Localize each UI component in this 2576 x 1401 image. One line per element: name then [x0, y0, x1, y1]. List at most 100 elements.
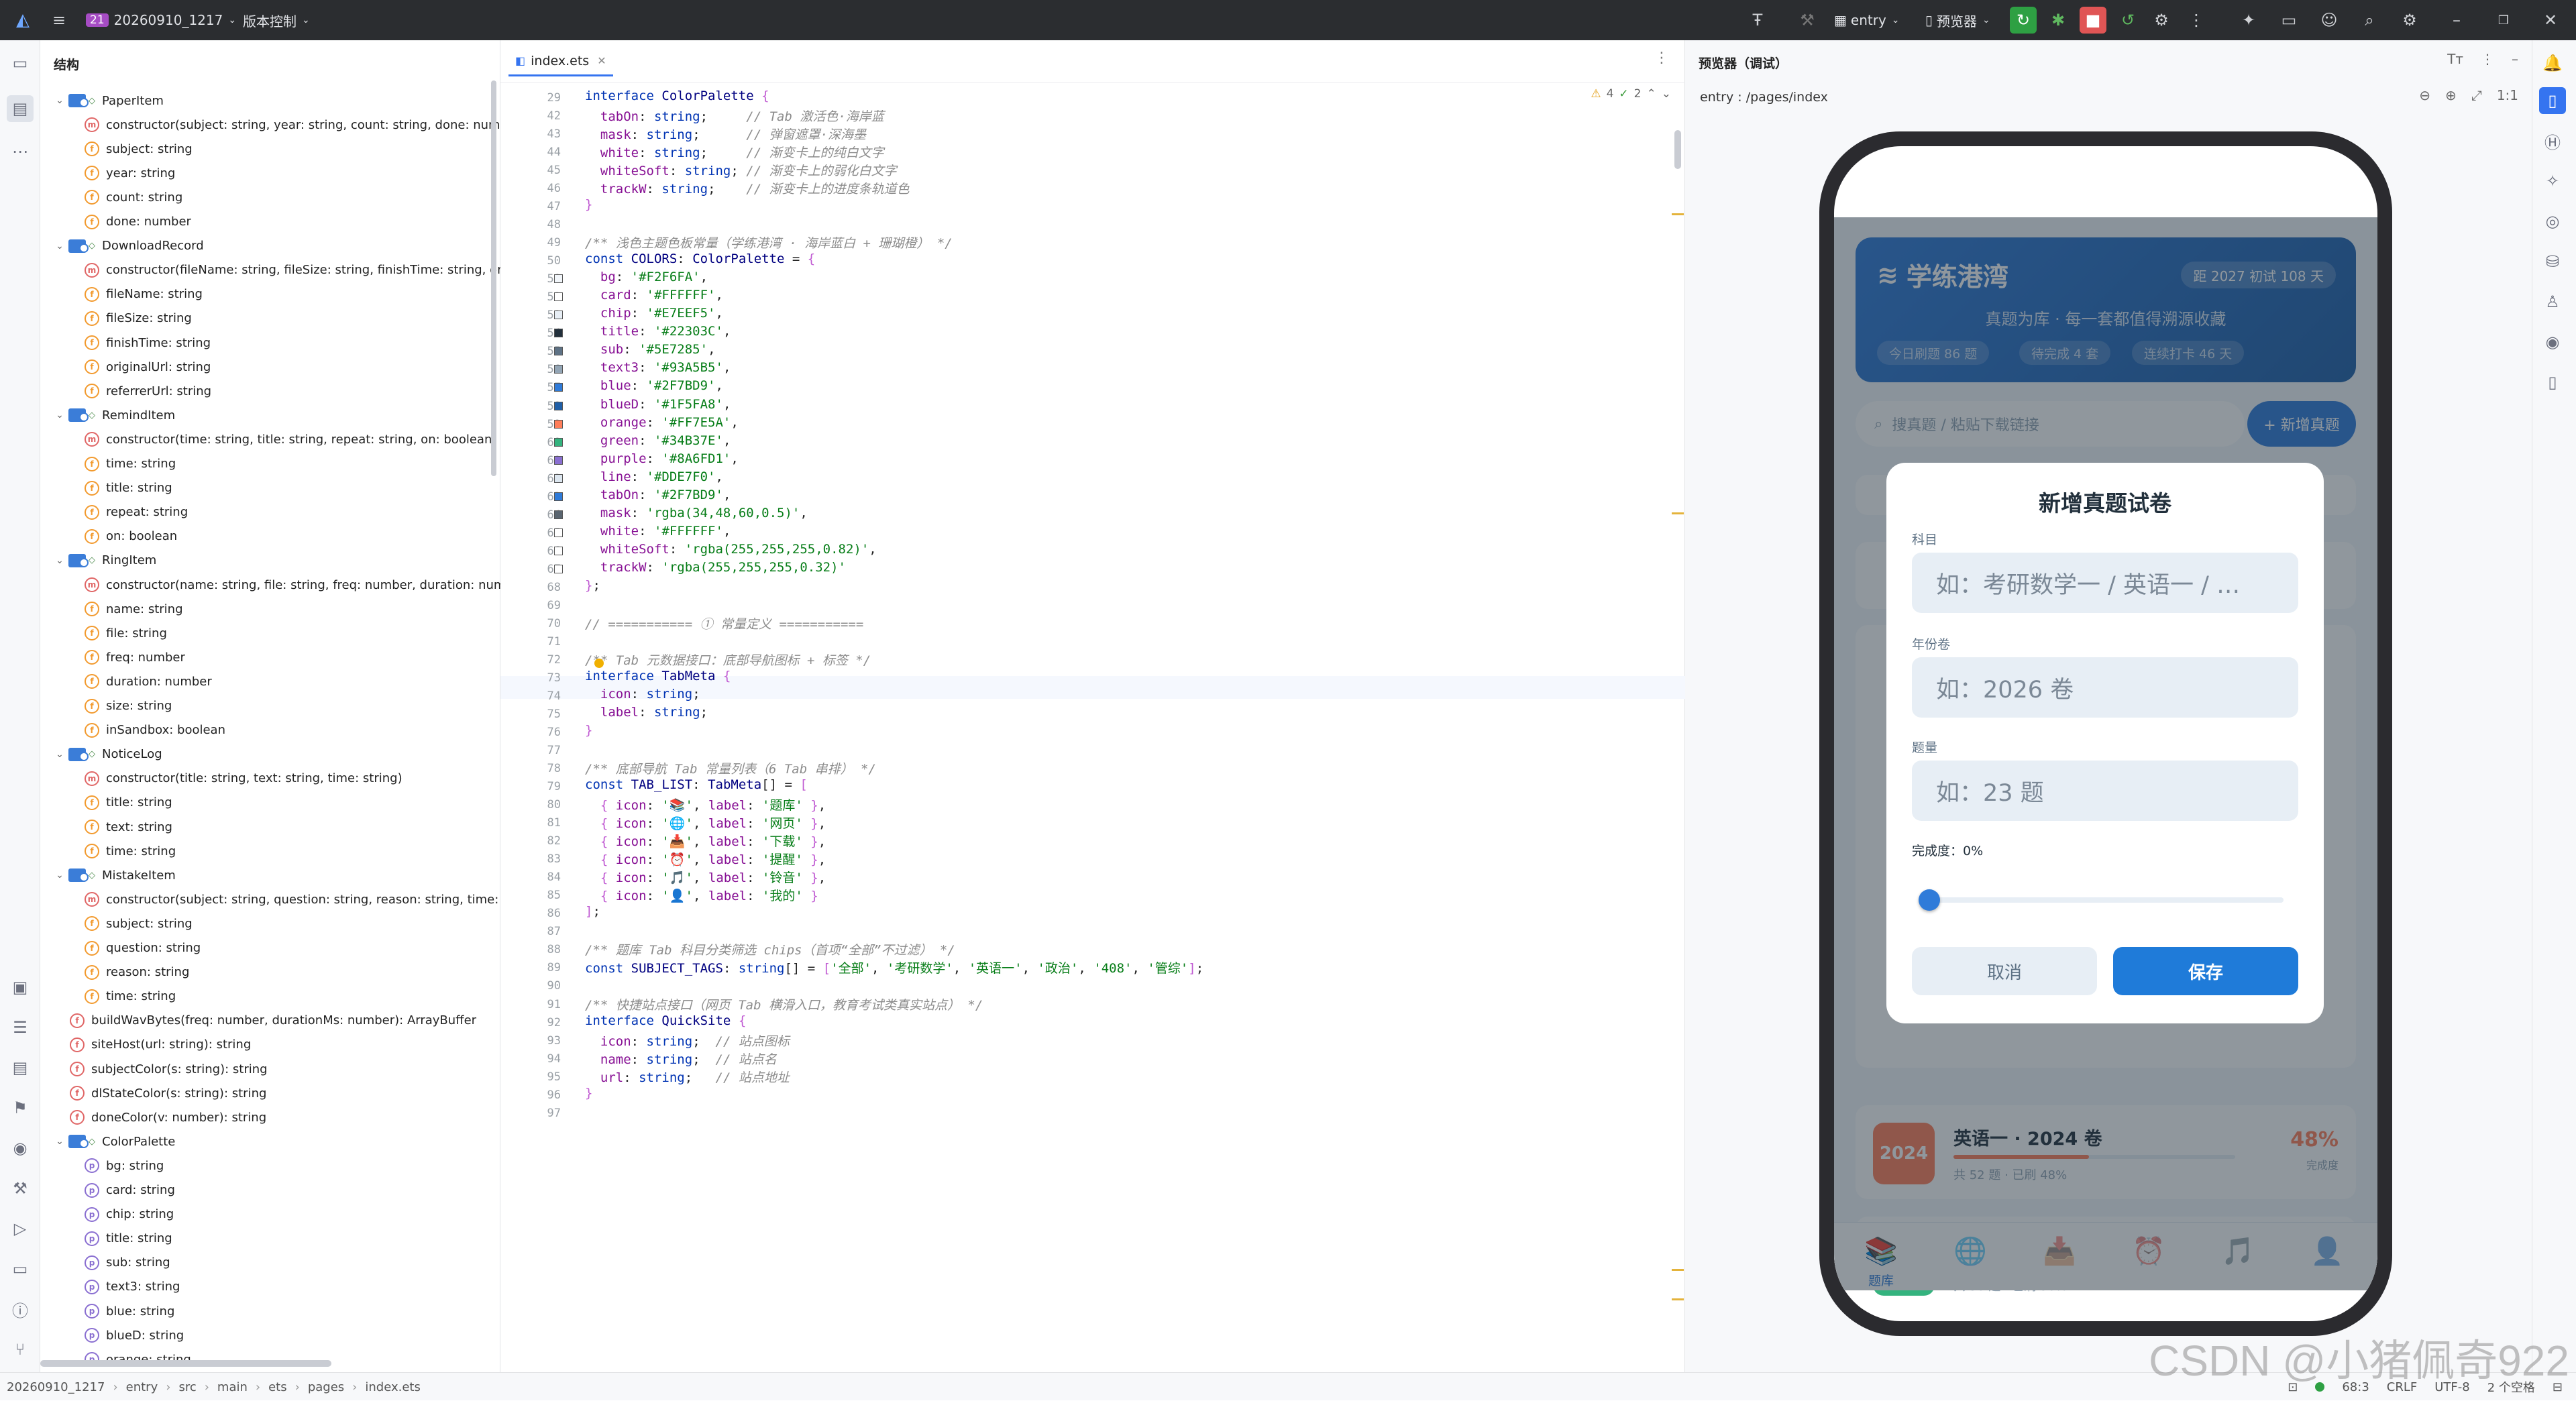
tree-member-node[interactable]: p sub: string — [85, 1251, 170, 1275]
tree-member-node[interactable]: f done: number — [85, 210, 191, 234]
previewer-icon[interactable]: ▯ — [2539, 87, 2566, 114]
tree-member-node[interactable]: f fileSize: string — [85, 306, 192, 331]
chevron-down-icon[interactable]: ⌄ — [54, 1136, 66, 1147]
tree-member-node[interactable]: f originalUrl: string — [85, 355, 211, 379]
log-icon[interactable]: ▤ — [7, 1054, 34, 1081]
copilot-icon[interactable]: ◎ — [2539, 208, 2566, 235]
color-swatch-icon[interactable] — [554, 329, 563, 338]
profiler-icon[interactable]: ◉ — [7, 1135, 34, 1162]
stop-icon[interactable]: ■ — [2080, 0, 2106, 40]
breadcrumb-item[interactable]: entry — [126, 1380, 158, 1394]
warning-marker[interactable] — [1672, 1298, 1684, 1300]
more-icon[interactable]: ⋮ — [2481, 51, 2494, 67]
hammer-icon[interactable]: ⚒ — [1794, 0, 1821, 40]
color-swatch-icon[interactable] — [554, 492, 563, 501]
tree-class-node[interactable]: ⌄ ◇ RingItem — [54, 549, 156, 573]
subject-input[interactable]: 如：考研数学一 / 英语一 / … — [1912, 553, 2298, 613]
main-menu-icon[interactable]: ≡ — [46, 0, 72, 40]
warning-marker[interactable] — [1672, 1269, 1684, 1271]
database-icon[interactable]: ⛁ — [2539, 248, 2566, 275]
device-selector[interactable]: ▯ 预览器 ⌄ — [1925, 0, 1990, 40]
git-icon[interactable]: ⑂ — [7, 1336, 34, 1363]
color-swatch-icon[interactable] — [554, 419, 563, 429]
tree-class-node[interactable]: ⌄ ◇ ColorPalette — [54, 1129, 175, 1154]
harmony-icon[interactable]: Ⓗ — [2539, 127, 2566, 154]
tree-member-node[interactable]: m constructor(fileName: string, fileSize:… — [85, 258, 502, 282]
search-icon[interactable]: ⌕ — [2356, 0, 2383, 40]
tree-member-node[interactable]: f size: string — [85, 694, 172, 718]
ai-icon[interactable]: ✧ — [2539, 168, 2566, 194]
problems-icon[interactable]: ⓘ — [7, 1296, 34, 1323]
chevron-down-icon[interactable]: ⌄ — [54, 95, 66, 106]
tree-member-node[interactable]: m constructor(name: string, file: string,… — [85, 573, 505, 597]
actual-size-icon[interactable]: 1:1 — [2497, 87, 2518, 103]
device-manager-icon[interactable]: ▯ — [2539, 369, 2566, 396]
breadcrumb-item[interactable]: pages — [308, 1380, 344, 1394]
color-swatch-icon[interactable] — [554, 510, 563, 519]
structure-icon[interactable]: ▤ — [7, 95, 34, 122]
tree-member-node[interactable]: f duration: number — [85, 669, 212, 693]
tree-member-node[interactable]: f finishTime: string — [85, 331, 211, 355]
eye-icon[interactable]: ◉ — [2539, 329, 2566, 355]
run-tool-icon[interactable]: ▷ — [7, 1215, 34, 1242]
account-icon[interactable]: ☺ — [2316, 0, 2343, 40]
attach-debugger-icon[interactable]: ⚙ — [2148, 0, 2175, 40]
tree-member-node[interactable]: f repeat: string — [85, 500, 188, 524]
plugin-icon[interactable]: ✦ — [2235, 0, 2262, 40]
tree-member-node[interactable]: f doneColor(v: number): string — [70, 1105, 266, 1129]
bulb-icon[interactable] — [594, 659, 604, 668]
breadcrumb-item[interactable]: index.ets — [365, 1380, 420, 1394]
tree-member-node[interactable]: f subject: string — [85, 137, 193, 161]
tree-member-node[interactable]: p text3: string — [85, 1275, 180, 1299]
tree-member-node[interactable]: f count: string — [85, 185, 182, 209]
tree-member-node[interactable]: f title: string — [85, 476, 172, 500]
tree-member-node[interactable]: m constructor(subject: string, question: … — [85, 887, 508, 911]
font-size-icon[interactable]: Tт — [2447, 51, 2463, 67]
tree-class-node[interactable]: ⌄ ◇ PaperItem — [54, 89, 164, 113]
tab-index-ets[interactable]: ◧ index.ets ✕ — [508, 47, 613, 76]
tree-member-node[interactable]: f file: string — [85, 621, 167, 645]
tree-member-node[interactable]: f reason: string — [85, 960, 189, 985]
more-tools-icon[interactable]: ⋯ — [7, 138, 34, 165]
tree-class-node[interactable]: ⌄ ◇ RemindItem — [54, 403, 175, 427]
tree-member-node[interactable]: p title: string — [85, 1227, 172, 1251]
tree-member-node[interactable]: f on: boolean — [85, 524, 177, 549]
fit-icon[interactable]: ⤢ — [2471, 87, 2482, 103]
color-swatch-icon[interactable] — [554, 455, 563, 465]
vcs-menu[interactable]: 版本控制 ⌄ — [243, 0, 310, 40]
chevron-down-icon[interactable]: ⌄ — [54, 241, 66, 251]
warning-marker[interactable] — [1672, 512, 1684, 514]
tree-class-node[interactable]: ⌄ ◇ NoticeLog — [54, 742, 162, 767]
tree-member-node[interactable]: f fileName: string — [85, 282, 203, 306]
minimize-icon[interactable]: – — [2512, 51, 2518, 67]
tree-member-node[interactable]: p chip: string — [85, 1202, 174, 1227]
minimize-icon[interactable]: – — [2443, 0, 2470, 40]
year-input[interactable]: 如：2026 卷 — [1912, 657, 2298, 718]
tree-member-node[interactable]: f title: string — [85, 791, 172, 815]
tree-member-node[interactable]: p bg: string — [85, 1154, 164, 1178]
module-selector[interactable]: ▦ entry ⌄ — [1834, 0, 1900, 40]
tree-member-node[interactable]: p blue: string — [85, 1299, 174, 1323]
save-button[interactable]: 保存 — [2113, 947, 2298, 995]
breadcrumb-item[interactable]: 20260910_1217 — [7, 1380, 105, 1394]
font-icon[interactable]: Ŧ — [1744, 0, 1771, 40]
structure-hscrollbar[interactable] — [40, 1360, 331, 1367]
count-input[interactable]: 如：23 题 — [1912, 761, 2298, 821]
structure-scrollbar[interactable] — [491, 80, 496, 476]
terminal-icon[interactable]: ▭ — [7, 1255, 34, 1282]
reload-icon[interactable]: ↺ — [2114, 0, 2141, 40]
tree-member-node[interactable]: f dlStateColor(s: string): string — [70, 1081, 266, 1105]
chevron-down-icon[interactable]: ⌄ — [54, 749, 66, 760]
breadcrumb-item[interactable]: src — [178, 1380, 196, 1394]
warning-marker[interactable] — [1672, 213, 1684, 215]
maximize-icon[interactable]: ❐ — [2490, 0, 2517, 40]
gradle-icon[interactable]: ♙ — [2539, 288, 2566, 315]
folder-icon[interactable]: ▭ — [2275, 0, 2302, 40]
tree-class-node[interactable]: ⌄ ◇ MistakeItem — [54, 863, 176, 887]
color-swatch-icon[interactable] — [554, 564, 563, 573]
close-icon[interactable]: ✕ — [597, 54, 606, 67]
services-icon[interactable]: ⚑ — [7, 1095, 34, 1121]
breadcrumb-item[interactable]: ets — [268, 1380, 287, 1394]
settings-icon[interactable]: ⚙ — [2396, 0, 2423, 40]
tree-member-node[interactable]: f text: string — [85, 815, 172, 839]
